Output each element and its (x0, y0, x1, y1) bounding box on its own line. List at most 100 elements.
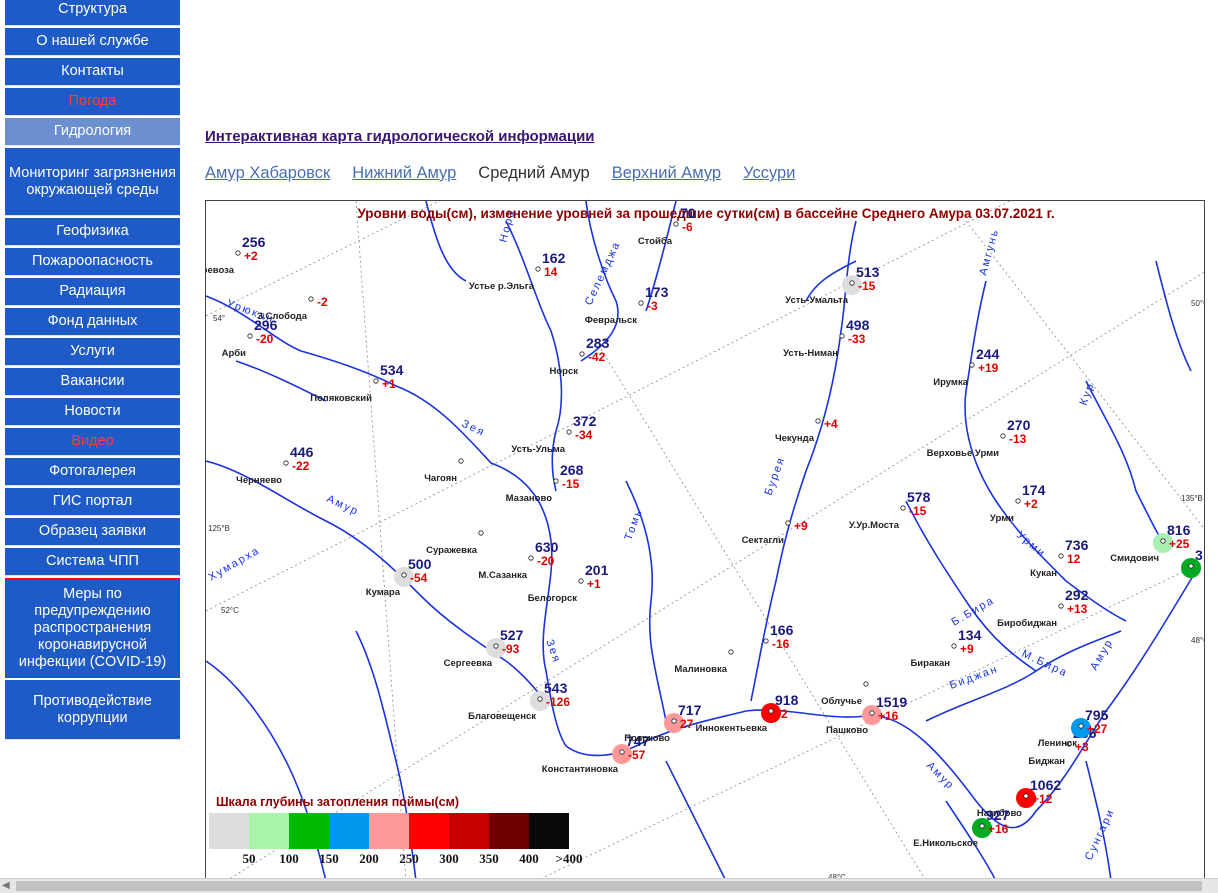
legend-swatch-6 (449, 813, 489, 849)
station-37[interactable]: Облучье (821, 681, 869, 707)
nav-item-6[interactable]: Геофизика (5, 218, 180, 246)
station-24[interactable]: 498-33 Усть-Ниман (783, 317, 869, 359)
station-25[interactable]: +4 Чекунда (775, 417, 838, 444)
station-name: Усть-Умальта (785, 295, 849, 306)
nav-item-9[interactable]: Фонд данных (5, 308, 180, 336)
nav-item-11[interactable]: Вакансии (5, 368, 180, 396)
station-12[interactable]: Суражевка (426, 530, 484, 556)
station-level: 292 (1065, 587, 1089, 603)
station-10[interactable]: 268-15 Мазаново (506, 462, 584, 504)
station-level: 134 (958, 627, 982, 643)
station-30[interactable]: 270-13 Верховье Урми (927, 417, 1031, 459)
station-26[interactable]: +9 Сектагли (742, 519, 808, 546)
station-change: -16 (772, 637, 790, 651)
station-39[interactable]: 795+27 Ленинск (1038, 707, 1109, 749)
station-level: 578 (907, 489, 931, 505)
station-change: +13 (1067, 602, 1088, 616)
legend-label-8: >400 (556, 851, 583, 866)
station-20[interactable]: Малиновка (674, 649, 734, 675)
nav-item-8[interactable]: Радиация (5, 278, 180, 306)
nav-item-16[interactable]: Образец заявки (5, 518, 180, 546)
region-tab-4[interactable]: Уссури (743, 164, 795, 182)
station-point (1000, 433, 1006, 439)
region-tab-2: Средний Амур (478, 164, 590, 182)
station-level: 173 (645, 284, 669, 300)
station-16[interactable]: 527-93 Сергеевка (444, 627, 524, 669)
station-point (478, 530, 484, 536)
nav-item-7[interactable]: Пожароопасность (5, 248, 180, 276)
station-28[interactable]: 166-16 (763, 622, 794, 651)
station-0[interactable]: 256+2 У-Перевоза (206, 234, 266, 276)
scrollbar-thumb[interactable] (16, 881, 1202, 891)
station-15[interactable]: 500-54 Кумара (366, 556, 432, 598)
grid-coordinate-label: 48°С (1191, 636, 1205, 645)
station-level: 446 (290, 444, 314, 460)
river-label: Амгунь (977, 227, 1001, 277)
nav-item-15[interactable]: ГИС портал (5, 488, 180, 516)
grid-line (595, 340, 926, 879)
page-title[interactable]: Интерактивная карта гидрологической инфо… (205, 128, 595, 145)
region-tab-1[interactable]: Нижний Амур (352, 164, 456, 182)
nav-item-1[interactable]: О нашей службе (5, 28, 180, 56)
hydrology-map[interactable]: Нора Селемджа Урюкан Зея Амур Хумарха Томь Зея Б… (205, 200, 1205, 880)
station-33[interactable]: 816+25 Смидович (1110, 522, 1190, 564)
station-level: 256 (242, 234, 266, 250)
station-level: 500 (408, 556, 432, 572)
nav-item-3[interactable]: Погода (5, 88, 180, 116)
station-level: 244 (976, 346, 1000, 362)
station-level: 513 (856, 264, 880, 280)
station-11[interactable]: 446-22 Черняево (236, 444, 313, 486)
region-tab-3[interactable]: Верхний Амур (612, 164, 721, 182)
station-35[interactable]: 292+13 Биробиджан (997, 587, 1088, 629)
station-41[interactable]: 927+16 Е.Никольское (913, 807, 1009, 849)
station-change: -126 (546, 695, 570, 709)
station-36[interactable]: 134+9 Биракан (910, 627, 981, 669)
station-change: +16 (988, 822, 1009, 836)
station-9[interactable]: Чагоян (424, 458, 464, 484)
station-name: Февральск (585, 315, 637, 326)
nav-item-12[interactable]: Новости (5, 398, 180, 426)
station-23[interactable]: 513-15 Усть-Умальта (785, 264, 879, 306)
nav-item-17[interactable]: Система ЧПП (5, 548, 180, 576)
station-7[interactable]: 283-42 Норск (549, 335, 609, 377)
nav-item-13[interactable]: Видео (5, 428, 180, 456)
station-level: 534 (380, 362, 404, 378)
station-name: Чекунда (775, 433, 815, 444)
station-name: Урми (990, 513, 1014, 524)
station-5[interactable]: 16214 Устье р.Эльга (469, 250, 566, 292)
station-change: -42 (588, 350, 606, 364)
nav-item-4[interactable]: Гидрология (5, 118, 180, 146)
nav-item-2[interactable]: Контакты (5, 58, 180, 86)
station-8[interactable]: 372-34 Усть-Ульма (511, 413, 596, 455)
station-change: -2 (777, 707, 788, 721)
nav-item-5[interactable]: Мониторинг загрязнения окружающей среды (5, 148, 180, 216)
region-tab-0[interactable]: Амур Хабаровск (205, 164, 330, 182)
station-name: У-Перевоза (206, 265, 235, 276)
legend-title: Шкала глубины затопления поймы(см) (216, 795, 459, 809)
station-name: Поярково (624, 733, 670, 744)
station-name: Константиновка (542, 764, 619, 775)
station-14[interactable]: 201+1 Белогорск (528, 562, 609, 604)
scroll-left-arrow-icon[interactable]: ◀ (2, 880, 10, 891)
nav-item-10[interactable]: Услуги (5, 338, 180, 366)
river-path (1155, 260, 1192, 372)
station-level: 927 (986, 807, 1010, 823)
station-21[interactable]: 918-2 Иннокентьевка (695, 692, 798, 734)
legend-swatch-3 (329, 813, 369, 849)
nav-item-19[interactable]: Противодействие коррупции (5, 680, 180, 740)
nav-item-18[interactable]: Меры по предупреждению распространения к… (5, 578, 180, 678)
region-tabs: Амур Хабаровск Нижний Амур Средний Амур Вер… (205, 164, 817, 183)
horizontal-scrollbar[interactable]: ◀ (0, 878, 1218, 893)
station-3[interactable]: 534+1 Поляковский (310, 362, 403, 404)
grid-coordinate-label: 135°В (1181, 494, 1203, 503)
station-level: 717 (678, 702, 702, 718)
legend-swatch-5 (409, 813, 449, 849)
station-13[interactable]: 630-20 М.Сазанка (478, 539, 558, 581)
station-34[interactable]: 3 (1181, 547, 1203, 578)
nav-item-14[interactable]: Фотогалерея (5, 458, 180, 486)
station-level: 162 (542, 250, 566, 266)
nav-item-0[interactable]: Структура (5, 0, 180, 26)
station-2[interactable]: 296-20 Арби (222, 317, 278, 359)
station-point (839, 333, 845, 339)
station-29[interactable]: 244+19 Ирумка (933, 346, 999, 388)
